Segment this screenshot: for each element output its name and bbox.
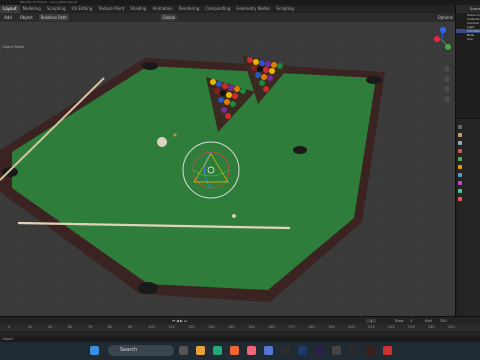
frame-ruler[interactable]: 0 40 50 60 70 80 90 100 110 120 130 140 150 160 170 180… bbox=[0, 324, 480, 331]
start-label: Start bbox=[395, 318, 404, 323]
chrome-icon[interactable] bbox=[230, 346, 239, 355]
end-label: End bbox=[425, 318, 432, 323]
windows-start-icon[interactable] bbox=[90, 346, 99, 355]
tab-texture-paint[interactable]: Texture Paint bbox=[95, 5, 127, 13]
illustrator-icon[interactable] bbox=[366, 346, 375, 355]
camera-icon[interactable] bbox=[444, 86, 450, 92]
taskbar-search[interactable]: Search bbox=[108, 345, 174, 356]
edge-icon[interactable] bbox=[213, 346, 222, 355]
app-icon-3[interactable] bbox=[332, 346, 341, 355]
small-ball bbox=[173, 133, 177, 137]
frame-tick: 190 bbox=[328, 325, 335, 329]
frame-tick: 0 bbox=[8, 325, 11, 329]
pocket-top-right bbox=[366, 76, 382, 84]
taskview-icon[interactable] bbox=[179, 346, 188, 355]
material-icon[interactable] bbox=[458, 197, 462, 201]
frame-tick: 80 bbox=[108, 325, 113, 329]
frame-tick: 50 bbox=[48, 325, 53, 329]
physics-icon[interactable] bbox=[458, 181, 462, 185]
hand-icon[interactable] bbox=[444, 76, 450, 82]
frame-tick: 180 bbox=[308, 325, 315, 329]
frame-tick: 250 bbox=[448, 325, 455, 329]
modifier-icon[interactable] bbox=[458, 173, 462, 177]
frame-tick: 160 bbox=[268, 325, 275, 329]
workspace-tabs: Layout Modeling Sculpting UV Editing Texture… bbox=[0, 5, 480, 13]
pocket-bottom bbox=[138, 282, 158, 294]
playback-controls[interactable]: ⏮ ◀ ▶ ⏭ bbox=[172, 319, 187, 323]
tab-rendering[interactable]: Rendering bbox=[176, 5, 202, 13]
timeline-controls: ⏮ ◀ ▶ ⏭ 1 Start 1 End 250 bbox=[0, 317, 480, 324]
windows-taskbar bbox=[0, 342, 480, 360]
timeline: ⏮ ◀ ▶ ⏭ 1 Start 1 End 250 0 40 50 60 70 80 90 1… bbox=[0, 316, 480, 338]
app-icon-5[interactable] bbox=[383, 346, 392, 355]
frame-tick: 70 bbox=[88, 325, 93, 329]
ball-near-cue bbox=[232, 214, 236, 218]
scene-icon[interactable] bbox=[458, 149, 462, 153]
app-icon-1[interactable] bbox=[264, 346, 273, 355]
object-icon[interactable] bbox=[458, 165, 462, 169]
blender-icon[interactable] bbox=[247, 346, 256, 355]
start-frame[interactable]: 1 bbox=[410, 319, 412, 323]
tab-sculpting[interactable]: Sculpting bbox=[44, 5, 69, 13]
current-frame[interactable]: 1 bbox=[366, 318, 377, 323]
premiere-icon[interactable] bbox=[315, 346, 324, 355]
render-icon[interactable] bbox=[458, 133, 462, 137]
pocket-right-middle bbox=[293, 146, 307, 154]
view-select[interactable]: Relative Path bbox=[38, 14, 69, 21]
pocket-top-left bbox=[142, 62, 158, 70]
tab-geometry-nodes[interactable]: Geometry Nodes bbox=[233, 5, 273, 13]
frame-tick: 100 bbox=[148, 325, 155, 329]
tab-scripting[interactable]: Scripting bbox=[273, 5, 297, 13]
transform-orientation[interactable]: Global bbox=[160, 14, 178, 21]
frame-tick: 220 bbox=[388, 325, 395, 329]
frame-tick: 230 bbox=[408, 325, 415, 329]
frame-tick: 40 bbox=[28, 325, 33, 329]
frame-tick: 130 bbox=[208, 325, 215, 329]
folder-icon[interactable] bbox=[196, 346, 205, 355]
tab-shading[interactable]: Shading bbox=[127, 5, 149, 13]
tab-compositing[interactable]: Compositing bbox=[202, 5, 233, 13]
frame-tick: 200 bbox=[348, 325, 355, 329]
scene-label[interactable]: Scene bbox=[456, 5, 480, 13]
outliner-row[interactable]: Cue bbox=[456, 37, 480, 41]
3d-viewport[interactable]: Object Mode bbox=[0, 22, 455, 316]
output-icon[interactable] bbox=[458, 141, 462, 145]
frame-tick: 110 bbox=[168, 325, 175, 329]
frame-tick: 120 bbox=[188, 325, 195, 329]
app-icon-2[interactable] bbox=[281, 346, 290, 355]
options-menu[interactable]: Options bbox=[436, 14, 455, 21]
viewport-scene bbox=[0, 22, 455, 316]
app-icon-4[interactable] bbox=[349, 346, 358, 355]
frame-tick: 90 bbox=[128, 325, 133, 329]
add-menu[interactable]: Add bbox=[2, 14, 14, 21]
tool-icon[interactable] bbox=[458, 125, 462, 129]
viewport-header: Add Object Relative Path Global Options bbox=[0, 13, 455, 22]
frame-tick: 140 bbox=[228, 325, 235, 329]
end-frame[interactable]: 250 bbox=[440, 319, 447, 323]
grid-icon[interactable] bbox=[444, 96, 450, 102]
constraint-icon[interactable] bbox=[458, 189, 462, 193]
frame-tick: 170 bbox=[288, 325, 295, 329]
mode-label: Object Mode bbox=[2, 45, 25, 49]
frame-tick: 60 bbox=[68, 325, 73, 329]
frame-tick: 240 bbox=[428, 325, 435, 329]
frame-tick: 210 bbox=[368, 325, 375, 329]
zoom-icon[interactable] bbox=[444, 66, 450, 72]
frame-tick: 150 bbox=[248, 325, 255, 329]
tab-layout[interactable]: Layout bbox=[0, 5, 20, 13]
world-icon[interactable] bbox=[458, 157, 462, 161]
tab-uv-editing[interactable]: UV Editing bbox=[69, 5, 96, 13]
object-menu[interactable]: Object bbox=[18, 14, 35, 21]
tab-modeling[interactable]: Modeling bbox=[20, 5, 44, 13]
cue-ball[interactable] bbox=[157, 137, 167, 147]
photoshop-icon[interactable] bbox=[298, 346, 307, 355]
tab-animation[interactable]: Animation bbox=[149, 5, 175, 13]
viewport-nav-buttons bbox=[444, 66, 452, 136]
properties-panel bbox=[457, 118, 480, 316]
